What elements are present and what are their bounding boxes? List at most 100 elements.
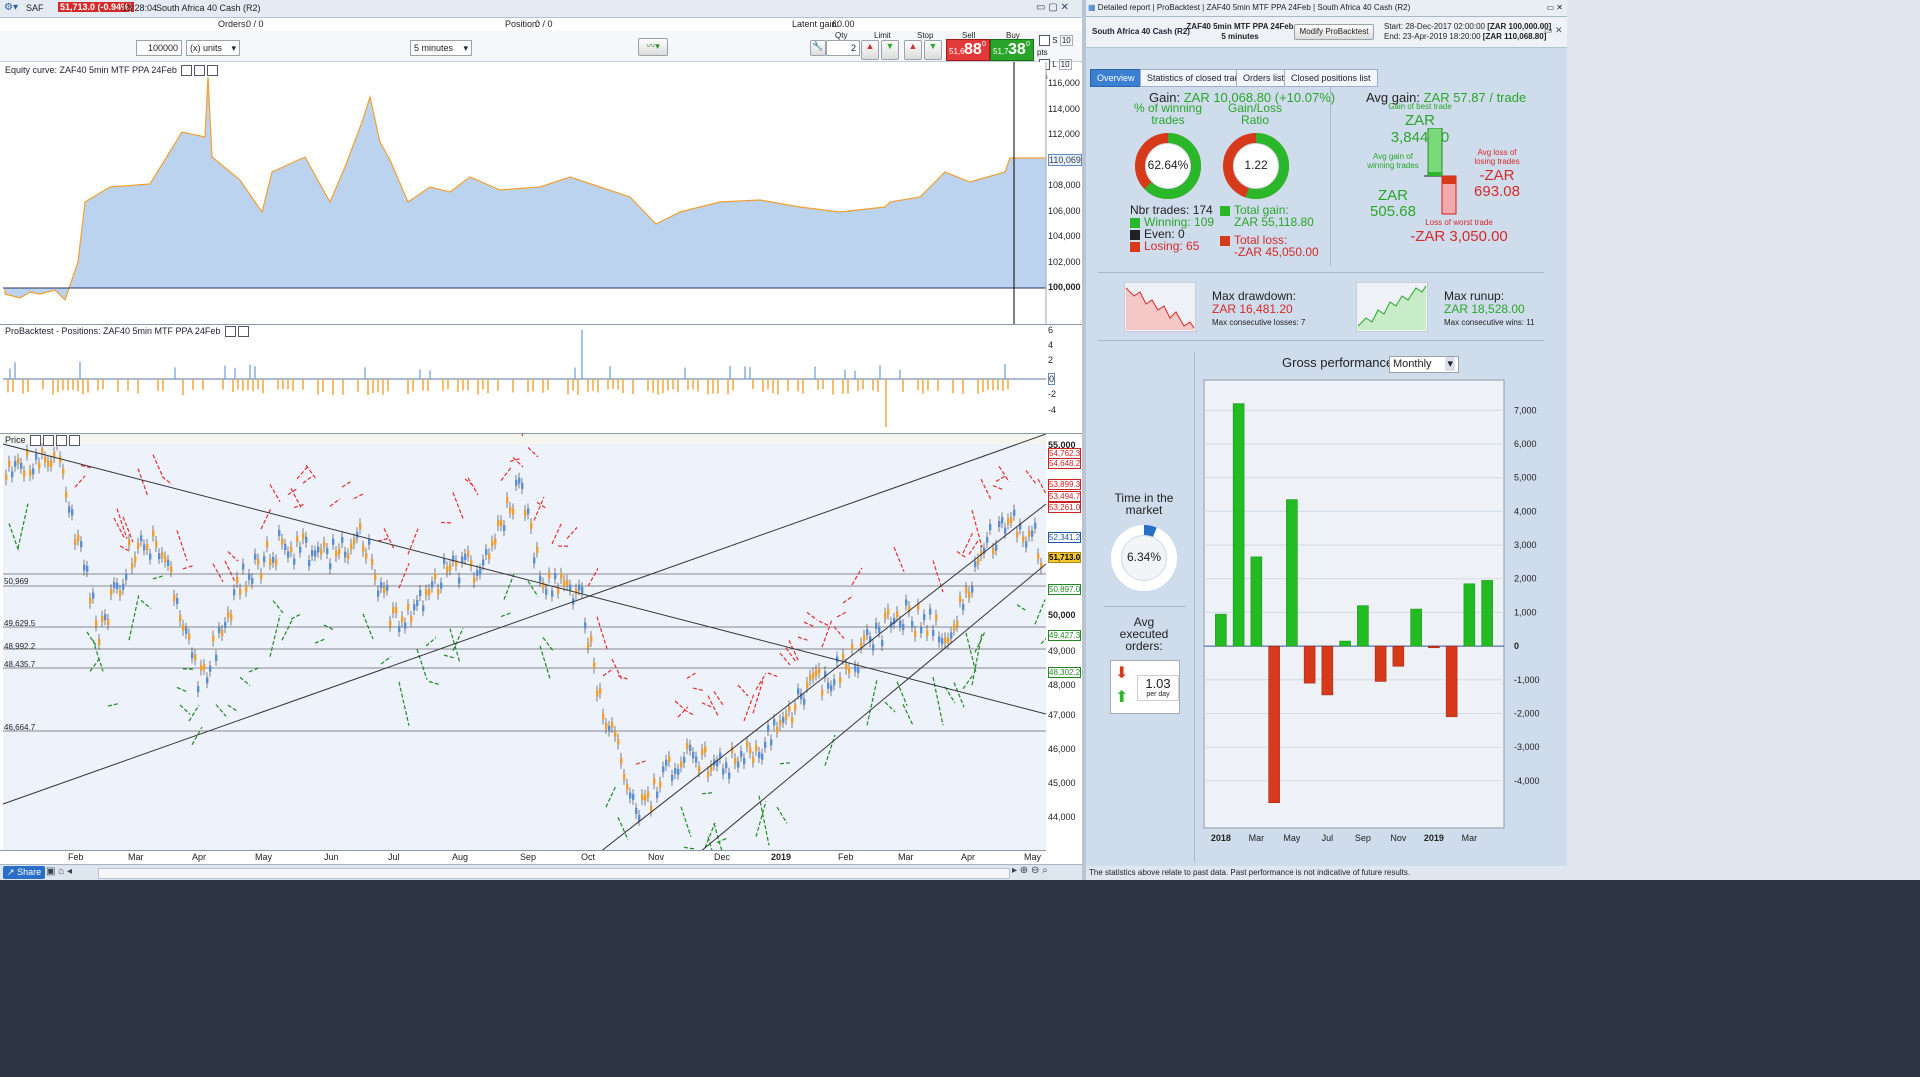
stop-sell-button[interactable]: ▼ (924, 40, 942, 60)
report-footer: The statistics above relate to past data… (1086, 866, 1570, 880)
y-tick-label: 1,000 (1514, 607, 1537, 617)
equity-curve-chart[interactable] (0, 62, 1082, 324)
window-controls[interactable]: ▭ ✕ (1547, 0, 1563, 16)
section-divider (1098, 340, 1544, 341)
tab-closed-positions[interactable]: Closed positions list (1284, 69, 1378, 87)
bar-15 (1463, 583, 1476, 647)
month-label: Nov (648, 852, 665, 862)
stop-buy-button[interactable]: ▲ (904, 40, 922, 60)
settings-icon[interactable] (181, 65, 193, 77)
price-level-label: 53,494.7 (1048, 491, 1082, 502)
price-level-left: 48,435.7 (4, 660, 36, 669)
price-level-left: 50,969 (4, 577, 29, 586)
units-input[interactable]: 100000 (136, 40, 182, 56)
clock-label: 18:28:04 (122, 3, 158, 13)
positions-tick: -2 (1048, 389, 1057, 399)
report-tab-title: ProBacktest (1156, 3, 1200, 12)
month-label: Sep (520, 852, 537, 862)
price-tick: 49,000 (1048, 646, 1076, 656)
bar-5 (1286, 499, 1298, 647)
win-pct-title: % of winning trades (1133, 101, 1203, 127)
y-tick-label: -4,000 (1514, 776, 1540, 786)
total-gain-loss: Total gain: ZAR 55,118.80 Total loss: -Z… (1220, 204, 1319, 258)
gross-performance-chart[interactable]: 7,000 6,000 5,000 4,000 3,000 2,000 1,000 0 -1,0… (1196, 376, 1552, 858)
avg-win-value: ZAR 505.68 (1370, 187, 1416, 220)
report-titlebar: ▦ Detailed report | ProBacktest | ZAF40 … (1086, 0, 1567, 17)
equity-tick: 116,000 (1048, 78, 1080, 88)
x-tick-label: 2018 (1211, 833, 1231, 843)
y-tick-label: 2,000 (1514, 574, 1537, 584)
month-label: Feb (68, 852, 84, 862)
bar-3 (1250, 556, 1263, 647)
s-checkbox[interactable] (1039, 35, 1050, 47)
add-icon[interactable] (69, 435, 81, 447)
bar-9 (1357, 605, 1369, 647)
price-tick: 45,000 (1048, 778, 1076, 788)
price-chart[interactable] (0, 434, 1046, 852)
close-icon[interactable] (207, 65, 219, 77)
price-tick: 44,000 (1048, 812, 1076, 822)
s-points-input[interactable]: 10 (1059, 35, 1073, 46)
modify-probacktest-button[interactable]: Modify ProBacktest (1294, 24, 1374, 40)
price-tick: 47,000 (1048, 710, 1076, 720)
avg-loss-label: Avg loss of losing trades (1474, 148, 1520, 166)
arrow-down-icon: ⬇ (1115, 665, 1129, 682)
symbol-label[interactable]: SAF (26, 3, 44, 13)
wrench-icon[interactable]: 🔧 (810, 40, 826, 56)
timeframe-select[interactable]: 5 minutes ▾ (410, 40, 472, 56)
units-select[interactable]: (x) units ▾ (186, 40, 240, 56)
wrench-icon[interactable] (30, 435, 42, 447)
sell-button[interactable]: 51,6 88 0 (946, 39, 990, 61)
tab-overview[interactable]: Overview (1090, 69, 1142, 87)
month-label: Jul (388, 852, 400, 862)
position-value: 0 / 0 (535, 19, 553, 29)
horizontal-scrollbar[interactable] (98, 868, 1010, 879)
section-divider (1194, 352, 1195, 862)
window-controls[interactable]: ▭ ✕ (1544, 25, 1563, 36)
buy-button[interactable]: 51,7 38 0 (990, 39, 1034, 61)
time-in-market-value: 6.34% (1126, 550, 1162, 564)
qty-input[interactable]: 2 (826, 40, 860, 56)
chevron-down-icon: ▾ (231, 43, 236, 53)
max-drawdown: Max drawdown: ZAR 16,481.20 Max consecut… (1212, 289, 1306, 328)
maximize-icon[interactable] (43, 435, 55, 447)
positions-y-axis: 6 4 2 0 -2 -4 (1048, 325, 1082, 433)
limit-buy-button[interactable]: ▲ (861, 40, 879, 60)
report-tab-title: South Africa 40 Cash (R2) (1317, 3, 1411, 12)
share-icon: ↗ (7, 867, 15, 877)
equity-tick: 114,000 (1048, 104, 1080, 114)
month-label: Mar (898, 852, 914, 862)
price-panel: Price 55,000 54,762.3 54,648.2 53,899.3 … (0, 434, 1082, 852)
period-select[interactable]: Monthly ▾ (1389, 356, 1459, 373)
x-tick-label: Jul (1322, 833, 1334, 843)
toolbar-icons[interactable]: ▣ ⌂ ◂ (46, 866, 72, 877)
zoom-controls[interactable]: ▸ ⊕ ⊖ ⌕ (1012, 865, 1048, 876)
month-label: Oct (581, 852, 596, 862)
positions-chart[interactable] (0, 325, 1046, 433)
instrument-name: South Africa 40 Cash (R2) (156, 3, 261, 13)
month-label: Feb (838, 852, 854, 862)
y-tick-label: 6,000 (1514, 439, 1537, 449)
maximize-icon[interactable] (224, 326, 236, 338)
bar-7 (1321, 645, 1334, 696)
y-tick-label: 4,000 (1514, 506, 1537, 516)
limit-label: Limit (874, 31, 891, 40)
close-icon[interactable] (237, 326, 249, 338)
tab-orders-list[interactable]: Orders list (1236, 69, 1292, 87)
x-tick-label: Mar (1249, 833, 1265, 843)
limit-sell-button[interactable]: ▼ (881, 40, 899, 60)
price-y-axis: 55,000 54,762.3 54,648.2 53,899.3 53,494… (1048, 434, 1082, 852)
window-controls[interactable]: ▭ ▢ ✕ (1036, 2, 1069, 13)
y-tick-label: 7,000 (1514, 405, 1537, 415)
menu-icon[interactable]: ⚙▾ (4, 2, 18, 13)
avg-win-label: Avg gain of winning trades (1367, 152, 1419, 170)
avg-orders-box: ⬇ ⬆ 1.03 per day (1110, 660, 1180, 714)
equity-tick: 104,000 (1048, 231, 1081, 241)
share-button[interactable]: ↗ Share (3, 866, 46, 879)
maximize-icon[interactable] (194, 65, 206, 77)
chart-type-button[interactable]: 〰▾ (638, 38, 668, 56)
month-label: Aug (452, 852, 469, 862)
win-pct-value: 62.64% (1147, 158, 1189, 172)
y-tick-label: -2,000 (1514, 708, 1540, 718)
close-icon[interactable] (56, 435, 68, 447)
